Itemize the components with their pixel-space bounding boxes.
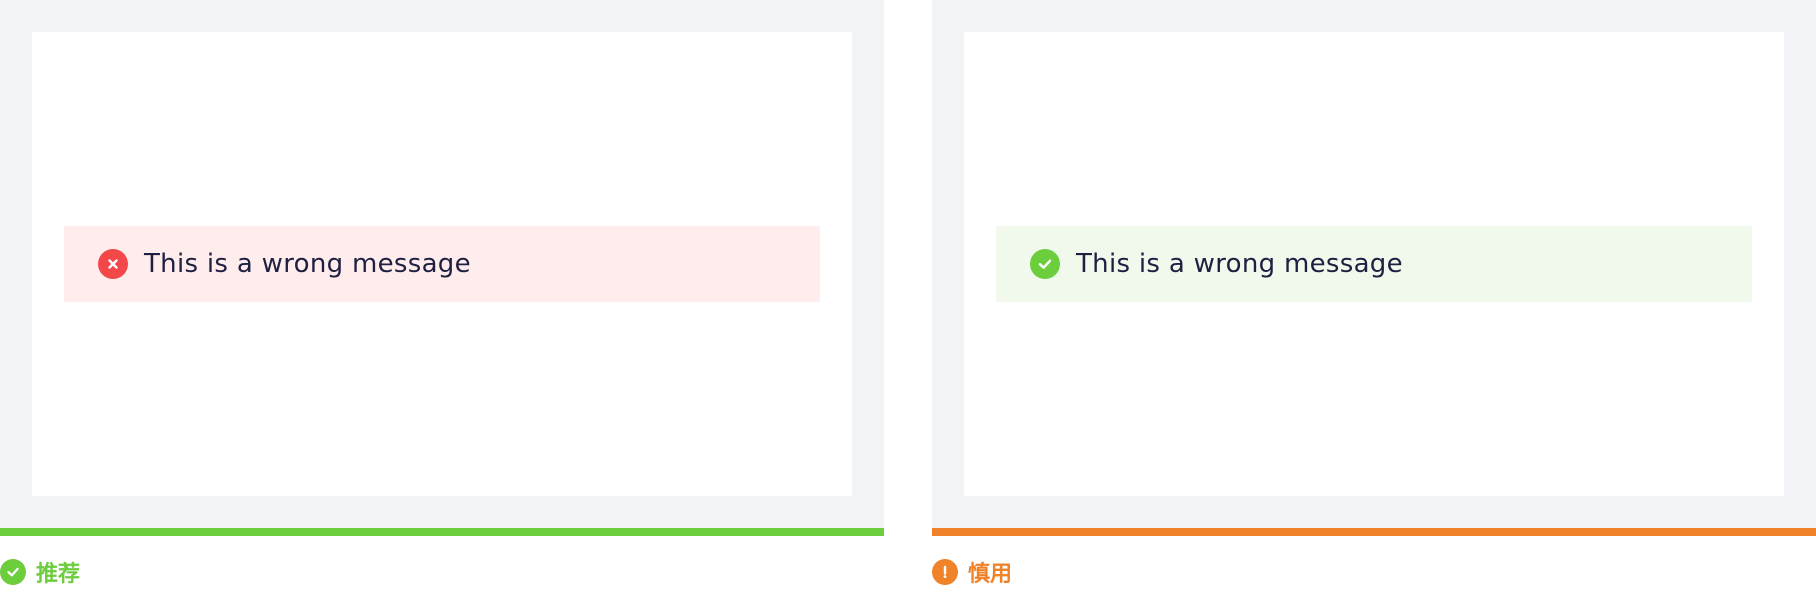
verdict-recommended: 推荐 — [0, 558, 81, 587]
caution-bar — [932, 528, 1816, 536]
success-check-icon — [1030, 249, 1060, 279]
example-canvas: This is a wrong message — [32, 32, 852, 496]
message-text: This is a wrong message — [1076, 249, 1403, 279]
verdict-label: 慎用 — [968, 562, 1013, 587]
example-frame: This is a wrong message — [932, 0, 1816, 529]
verdict-caution: 慎用 — [932, 558, 1013, 587]
message-text: This is a wrong message — [144, 249, 471, 279]
verdict-label: 推荐 — [36, 562, 81, 587]
left-example-panel: This is a wrong message 推荐 — [0, 0, 884, 592]
error-x-icon — [98, 249, 128, 279]
check-circle-icon — [0, 559, 26, 585]
exclamation-circle-icon — [932, 559, 958, 585]
right-example-panel: This is a wrong message 慎用 — [932, 0, 1816, 592]
error-message: This is a wrong message — [64, 226, 820, 302]
example-frame: This is a wrong message — [0, 0, 884, 529]
success-message: This is a wrong message — [996, 226, 1752, 302]
example-canvas: This is a wrong message — [964, 32, 1784, 496]
recommended-bar — [0, 528, 884, 536]
